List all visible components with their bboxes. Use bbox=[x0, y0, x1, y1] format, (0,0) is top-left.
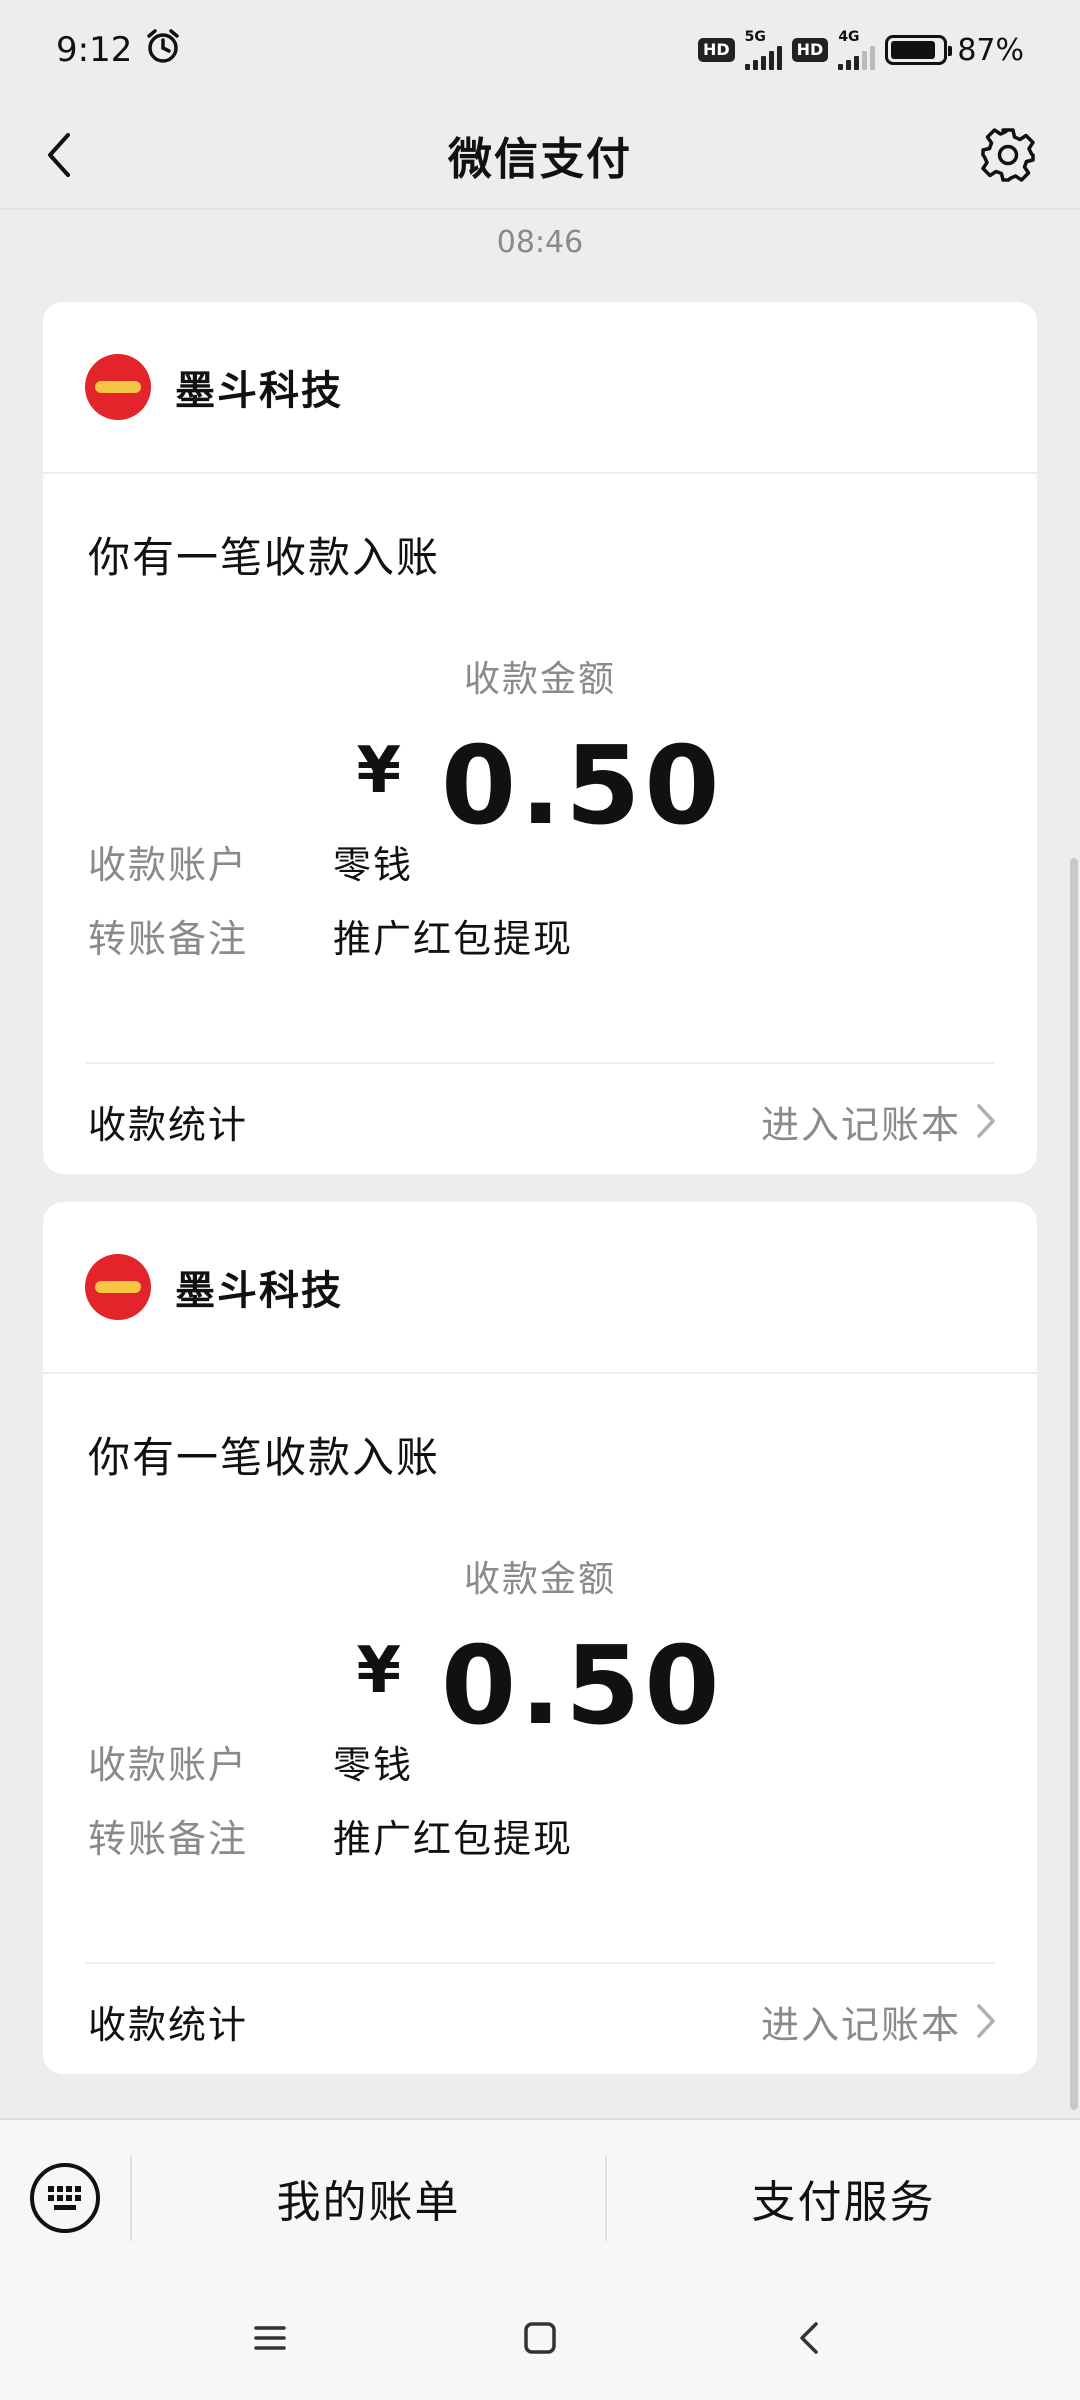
chevron-right-icon bbox=[977, 1104, 995, 1138]
signal-5g: 5G bbox=[744, 29, 782, 70]
nav-back-icon bbox=[800, 2322, 818, 2354]
keyboard-toggle-button[interactable] bbox=[0, 2120, 130, 2276]
payment-card[interactable]: 墨斗科技 你有一笔收款入账 收款金额 ¥0.50 收款账户 零钱 转账备注 推广… bbox=[43, 302, 1037, 1174]
amount-label: 收款金额 bbox=[463, 1559, 616, 1600]
home-button[interactable] bbox=[505, 2303, 575, 2373]
info-row-note: 转账备注 推广红包提现 bbox=[88, 1808, 573, 1863]
menu-my-bills[interactable]: 我的账单 bbox=[132, 2166, 605, 2230]
gear-icon bbox=[981, 128, 1035, 182]
ledger-link[interactable]: 进入记账本 bbox=[761, 1094, 997, 1149]
header-divider bbox=[0, 208, 1080, 210]
card-headline: 你有一笔收款入账 bbox=[88, 533, 441, 582]
info-value: 零钱 bbox=[333, 843, 414, 887]
scrollbar[interactable] bbox=[1070, 858, 1078, 2110]
merchant-name: 墨斗科技 bbox=[175, 368, 343, 414]
alarm-icon bbox=[144, 27, 182, 74]
net-type-5g: 5G bbox=[744, 29, 766, 45]
back-arrow-icon bbox=[48, 133, 70, 177]
signal-bars-icon bbox=[838, 44, 876, 70]
payment-card[interactable]: 墨斗科技 你有一笔收款入账 收款金额 ¥0.50 收款账户 零钱 转账备注 推广… bbox=[43, 1202, 1037, 2074]
system-back-button[interactable] bbox=[775, 2303, 845, 2373]
info-row-account: 收款账户 零钱 bbox=[88, 834, 413, 889]
net-type-4g: 4G bbox=[838, 29, 860, 45]
stats-label: 收款统计 bbox=[88, 1102, 249, 1147]
merchant-logo bbox=[85, 1254, 151, 1320]
info-value: 推广红包提现 bbox=[333, 917, 574, 961]
stats-row[interactable]: 收款统计 进入记账本 bbox=[88, 1986, 997, 2056]
merchant-logo bbox=[85, 354, 151, 420]
back-button[interactable] bbox=[30, 125, 90, 185]
currency-symbol: ¥ bbox=[356, 734, 402, 808]
hd-badge-1: HD bbox=[697, 38, 735, 62]
nav-header: 微信支付 bbox=[0, 100, 1080, 210]
home-square-icon bbox=[524, 2322, 556, 2354]
amount-value: 0.50 bbox=[441, 724, 724, 849]
info-value: 推广红包提现 bbox=[333, 1817, 574, 1861]
merchant-name: 墨斗科技 bbox=[175, 1268, 343, 1314]
ledger-link-text: 进入记账本 bbox=[760, 1102, 961, 1147]
info-row-note: 转账备注 推广红包提现 bbox=[88, 908, 573, 963]
keyboard-icon bbox=[30, 2163, 100, 2233]
recent-apps-button[interactable] bbox=[235, 2303, 305, 2373]
ledger-link[interactable]: 进入记账本 bbox=[761, 1994, 997, 2049]
bottom-menu-bar: 我的账单 支付服务 bbox=[0, 2118, 1080, 2276]
currency-symbol: ¥ bbox=[356, 1634, 402, 1708]
amount-value: 0.50 bbox=[441, 1624, 724, 1749]
signal-bars-icon bbox=[744, 44, 782, 70]
battery-icon bbox=[885, 35, 953, 65]
info-key: 转账备注 bbox=[88, 1817, 249, 1861]
amount-display: ¥0.50 bbox=[43, 724, 1037, 849]
battery-percent: 87% bbox=[957, 32, 1024, 68]
card-body: 你有一笔收款入账 收款金额 ¥0.50 收款账户 零钱 转账备注 推广红包提现 … bbox=[43, 474, 1037, 1174]
card-body: 你有一笔收款入账 收款金额 ¥0.50 收款账户 零钱 转账备注 推广红包提现 … bbox=[43, 1374, 1037, 2074]
card-divider bbox=[86, 1962, 994, 1964]
page-title: 微信支付 bbox=[448, 134, 632, 185]
stats-row[interactable]: 收款统计 进入记账本 bbox=[88, 1086, 997, 1156]
hd-badge-2: HD bbox=[791, 38, 829, 62]
chevron-right-icon bbox=[977, 2004, 995, 2038]
system-nav-bar bbox=[0, 2276, 1080, 2400]
card-divider bbox=[86, 1062, 994, 1064]
card-header[interactable]: 墨斗科技 bbox=[43, 302, 1037, 474]
amount-display: ¥0.50 bbox=[43, 1624, 1037, 1749]
info-key: 收款账户 bbox=[88, 843, 249, 887]
signal-4g: 4G bbox=[838, 29, 876, 70]
info-key: 收款账户 bbox=[88, 1743, 249, 1787]
card-headline: 你有一笔收款入账 bbox=[88, 1433, 441, 1482]
amount-label: 收款金额 bbox=[463, 659, 616, 700]
info-value: 零钱 bbox=[333, 1743, 414, 1787]
status-time: 9:12 bbox=[56, 30, 133, 70]
menu-lines-icon bbox=[254, 2326, 286, 2350]
card-header[interactable]: 墨斗科技 bbox=[43, 1202, 1037, 1374]
message-timestamp: 08:46 bbox=[496, 225, 584, 260]
info-key: 转账备注 bbox=[88, 917, 249, 961]
status-bar: 9:12 HD 5G HD 4G 87% bbox=[0, 0, 1080, 100]
info-row-account: 收款账户 零钱 bbox=[88, 1734, 413, 1789]
settings-button[interactable] bbox=[978, 125, 1038, 185]
battery-fill bbox=[891, 41, 935, 59]
ledger-link-text: 进入记账本 bbox=[760, 2002, 961, 2047]
menu-pay-services[interactable]: 支付服务 bbox=[607, 2166, 1080, 2230]
stats-label: 收款统计 bbox=[88, 2002, 249, 2047]
